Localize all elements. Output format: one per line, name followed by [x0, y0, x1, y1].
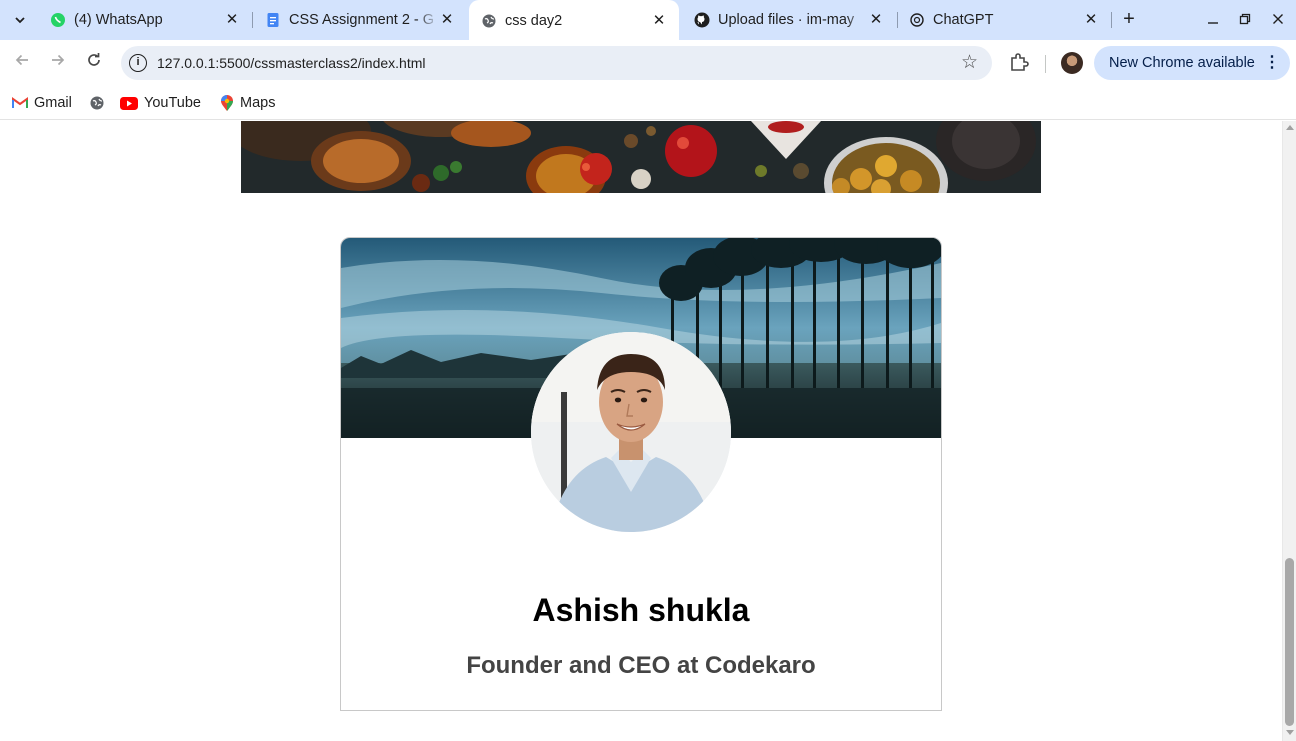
tab-whatsapp[interactable]: (4) WhatsApp ✕	[38, 0, 252, 40]
back-button[interactable]	[10, 51, 34, 75]
close-icon	[1273, 14, 1283, 24]
reload-button[interactable]	[82, 51, 106, 75]
address-bar[interactable]: i 127.0.0.1:5500/cssmasterclass2/index.h…	[121, 46, 992, 80]
arrow-right-icon	[52, 54, 65, 66]
tab-title: css day2	[505, 12, 563, 29]
browser-toolbar: i 127.0.0.1:5500/cssmasterclass2/index.h…	[0, 40, 1296, 86]
scroll-down-icon[interactable]	[1286, 730, 1294, 735]
chevron-down-icon	[15, 17, 25, 24]
bookmark-label: Maps	[240, 95, 276, 111]
reload-icon	[88, 53, 100, 66]
minimize-icon	[1208, 22, 1218, 24]
close-icon[interactable]: ✕	[1083, 12, 1099, 28]
profile-card: Ashish shukla Founder and CEO at Codekar…	[340, 237, 942, 711]
profile-name: Ashish shukla	[532, 592, 750, 628]
arrow-left-icon	[15, 54, 28, 66]
page-viewport: Ashish shukla Founder and CEO at Codekar…	[0, 121, 1282, 741]
bookmarks-bar: Gmail YouTube Maps	[0, 86, 1296, 120]
scroll-up-icon[interactable]	[1286, 125, 1294, 130]
maps-icon	[220, 94, 234, 112]
chatgpt-icon	[909, 12, 925, 28]
close-icon[interactable]: ✕	[651, 12, 667, 29]
bookmark-youtube[interactable]: YouTube	[120, 92, 201, 114]
bookmark-maps[interactable]: Maps	[220, 92, 275, 114]
food-banner-image	[241, 121, 1041, 193]
new-chrome-available-button[interactable]: New Chrome available ⋮	[1094, 46, 1290, 80]
globe-icon	[89, 95, 105, 111]
google-docs-icon	[265, 12, 281, 28]
new-tab-button[interactable]: +	[1117, 8, 1141, 32]
tab-search-button[interactable]	[8, 8, 32, 32]
close-icon[interactable]: ✕	[439, 12, 455, 28]
avatar	[531, 332, 731, 532]
bookmark-label: YouTube	[144, 95, 201, 111]
restore-icon	[1239, 13, 1251, 25]
profile-avatar[interactable]	[1061, 52, 1083, 74]
forward-button[interactable]	[46, 51, 70, 75]
tab-chatgpt[interactable]: ChatGPT ✕	[897, 0, 1111, 40]
tab-upload-files[interactable]: Upload files · im-may ✕	[682, 0, 896, 40]
toolbar-divider	[1045, 55, 1046, 73]
youtube-icon	[120, 96, 138, 110]
close-window-button[interactable]	[1266, 8, 1290, 32]
whatsapp-icon	[50, 12, 66, 28]
bookmark-label: Gmail	[34, 95, 72, 111]
bookmark-globe[interactable]	[89, 92, 111, 114]
globe-icon	[481, 13, 497, 29]
more-menu-icon[interactable]: ⋮	[1264, 46, 1280, 80]
tab-title: CSS Assignment 2 - G	[289, 12, 435, 28]
bookmark-gmail[interactable]: Gmail	[12, 92, 72, 114]
extensions-icon[interactable]	[1008, 51, 1030, 73]
site-info-icon[interactable]: i	[129, 54, 147, 72]
profile-role: Founder and CEO at Codekaro	[466, 652, 816, 679]
tab-strip: (4) WhatsApp ✕ CSS Assignment 2 - G ✕ cs…	[0, 0, 1296, 41]
tab-divider	[1111, 12, 1112, 28]
gmail-icon	[12, 97, 28, 109]
tab-title: (4) WhatsApp	[74, 12, 163, 28]
url-text[interactable]: 127.0.0.1:5500/cssmasterclass2/index.htm…	[157, 55, 425, 71]
tab-title: Upload files · im-may	[718, 12, 855, 28]
close-icon[interactable]: ✕	[224, 12, 240, 28]
tab-css-assignment[interactable]: CSS Assignment 2 - G ✕	[253, 0, 467, 40]
close-icon[interactable]: ✕	[868, 12, 884, 28]
github-icon	[694, 12, 710, 28]
restore-button[interactable]	[1233, 8, 1257, 32]
tab-css-day2[interactable]: css day2 ✕	[469, 0, 679, 41]
update-label: New Chrome available	[1109, 55, 1255, 71]
vertical-scrollbar[interactable]	[1282, 121, 1296, 741]
minimize-button[interactable]	[1201, 8, 1225, 32]
scrollbar-thumb[interactable]	[1285, 558, 1294, 726]
tab-title: ChatGPT	[933, 12, 994, 28]
bookmark-star-icon[interactable]: ☆	[961, 51, 978, 74]
